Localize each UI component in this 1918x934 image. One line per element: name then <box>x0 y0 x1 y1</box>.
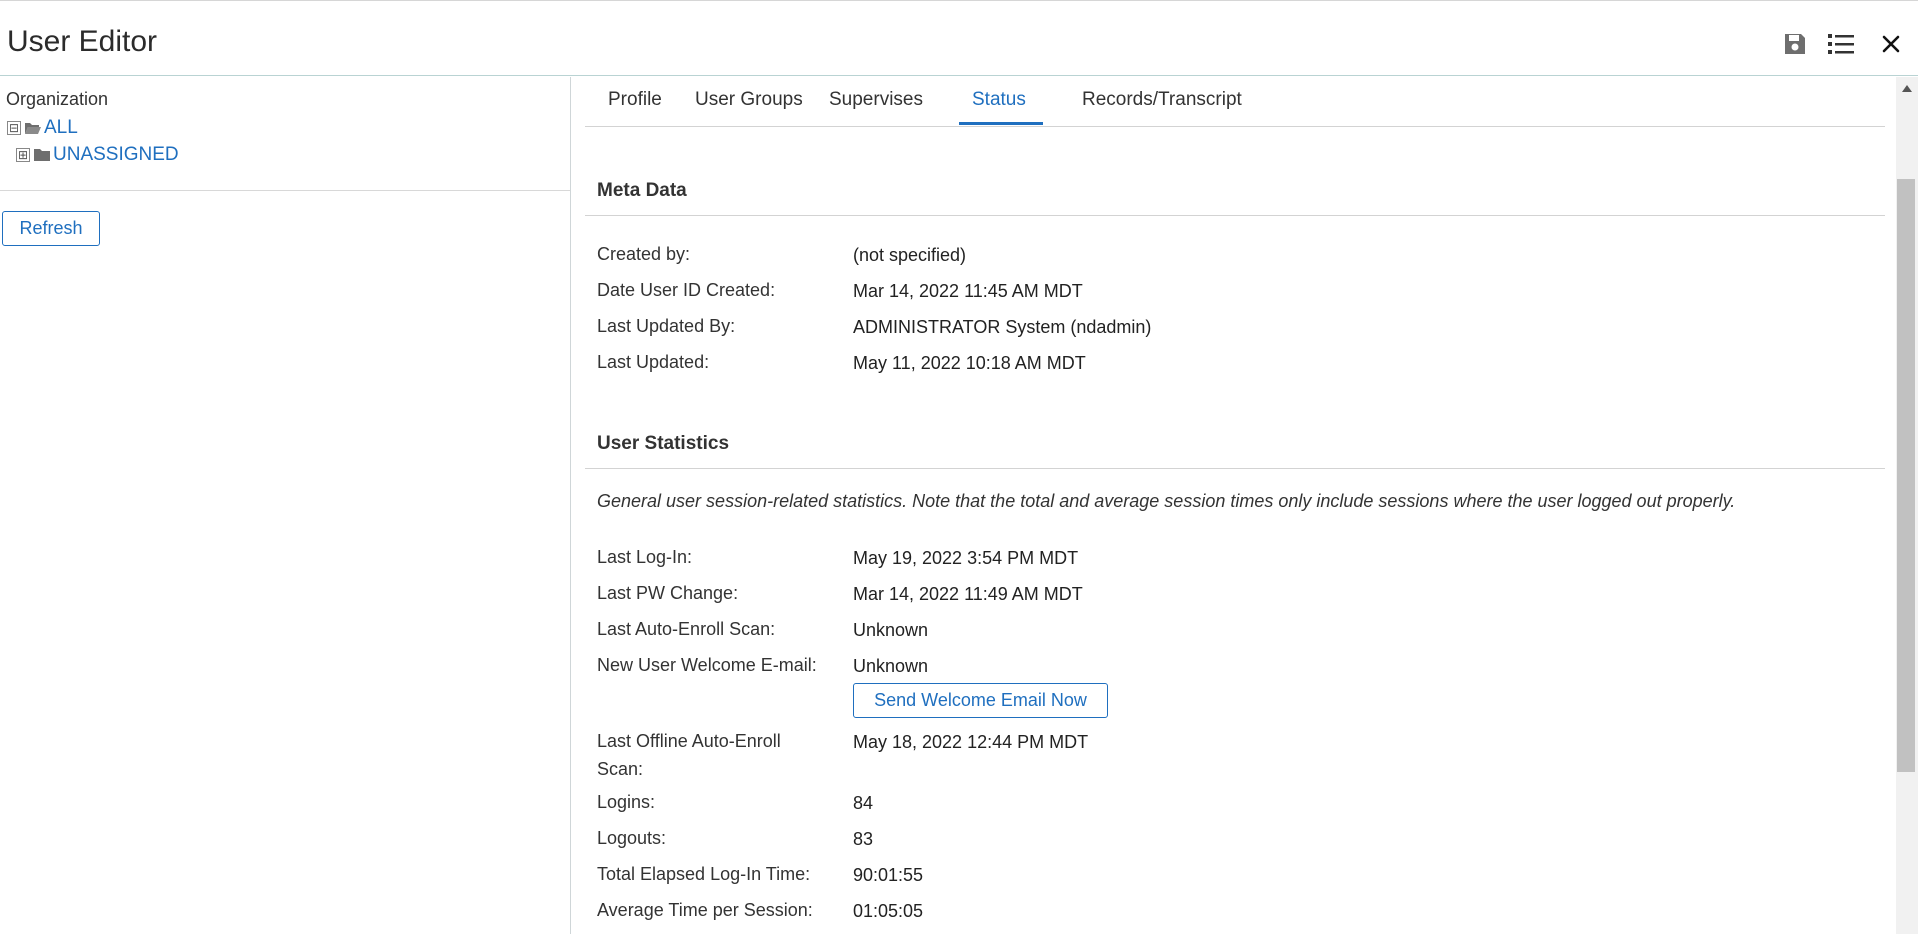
tree-node-all[interactable]: ⊟ ALL <box>7 117 78 139</box>
last-updated-label: Last Updated: <box>597 352 710 372</box>
tree-node-label[interactable]: UNASSIGNED <box>53 144 179 166</box>
organization-pane: Organization ⊟ ALL ⊞ UNASSIGNED Refresh <box>0 77 571 934</box>
collapse-icon[interactable]: ⊟ <box>7 121 21 135</box>
statistics-note: General user session-related statistics.… <box>597 491 1736 511</box>
tab-profile[interactable]: Profile <box>608 89 662 125</box>
divider <box>0 190 570 191</box>
section-divider <box>585 215 1885 216</box>
logins-label: Logins: <box>597 792 656 812</box>
average-time-label: Average Time per Session: <box>597 900 813 920</box>
tab-status[interactable]: Status <box>972 89 1026 125</box>
section-divider <box>585 468 1885 469</box>
tree-node-unassigned[interactable]: ⊞ UNASSIGNED <box>16 144 179 166</box>
last-log-in-label: Last Log-In: <box>597 547 693 567</box>
tab-bar: Profile User Groups Supervises Status Re… <box>585 77 1885 127</box>
active-tab-indicator <box>959 122 1043 125</box>
user-statistics-heading: User Statistics <box>597 433 730 454</box>
last-auto-enroll-value: Unknown <box>853 620 929 640</box>
close-icon[interactable] <box>1876 29 1906 59</box>
average-time-value: 01:05:05 <box>853 901 924 921</box>
last-auto-enroll-label: Last Auto-Enroll Scan: <box>597 619 776 639</box>
last-updated-by-value: ADMINISTRATOR System (ndadmin) <box>853 317 1152 337</box>
send-welcome-email-button[interactable]: Send Welcome Email Now <box>853 683 1108 718</box>
date-created-value: Mar 14, 2022 11:45 AM MDT <box>853 281 1083 301</box>
last-updated-by-label: Last Updated By: <box>597 316 736 336</box>
tree-node-label[interactable]: ALL <box>44 117 78 139</box>
detail-pane: Profile User Groups Supervises Status Re… <box>572 77 1918 934</box>
last-offline-auto-enroll-label: Last Offline Auto-Enroll Scan: <box>597 731 781 779</box>
logouts-label: Logouts: <box>597 828 667 848</box>
meta-data-heading: Meta Data <box>597 180 687 201</box>
scrollbar-thumb[interactable] <box>1897 179 1915 772</box>
expand-icon[interactable]: ⊞ <box>16 148 30 162</box>
list-icon[interactable] <box>1826 29 1856 59</box>
last-offline-auto-enroll-value: May 18, 2022 12:44 PM MDT <box>853 732 1089 752</box>
last-pw-change-label: Last PW Change: <box>597 583 739 603</box>
last-updated-value: May 11, 2022 10:18 AM MDT <box>853 353 1086 373</box>
last-pw-change-value: Mar 14, 2022 11:49 AM MDT <box>853 584 1083 604</box>
logins-value: 84 <box>853 793 874 813</box>
created-by-label: Created by: <box>597 244 691 264</box>
created-by-value: (not specified) <box>853 245 967 265</box>
folder-icon <box>33 148 51 162</box>
logouts-value: 83 <box>853 829 874 849</box>
last-log-in-value: May 19, 2022 3:54 PM MDT <box>853 548 1079 568</box>
tab-records-transcript[interactable]: Records/Transcript <box>1082 89 1242 125</box>
save-icon[interactable] <box>1780 29 1810 59</box>
tab-supervises[interactable]: Supervises <box>829 89 923 125</box>
refresh-button[interactable]: Refresh <box>2 211 100 246</box>
date-created-label: Date User ID Created: <box>597 280 776 300</box>
folder-open-icon <box>24 121 42 135</box>
welcome-email-value: Unknown <box>853 656 929 676</box>
scroll-up-arrow-icon[interactable] <box>1902 85 1912 92</box>
tab-user-groups[interactable]: User Groups <box>695 89 803 125</box>
total-elapsed-value: 90:01:55 <box>853 865 924 885</box>
window-title: User Editor <box>7 25 158 58</box>
header-bar: User Editor <box>0 1 1918 76</box>
welcome-email-label: New User Welcome E-mail: <box>597 655 817 675</box>
total-elapsed-label: Total Elapsed Log-In Time: <box>597 864 811 884</box>
organization-label: Organization <box>6 89 109 109</box>
